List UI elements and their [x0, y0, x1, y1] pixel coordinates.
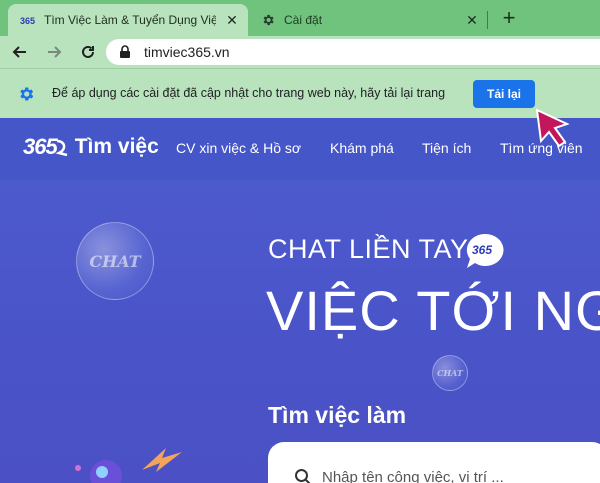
infobar-message: Để áp dụng các cài đặt đã cập nhật cho t… — [52, 86, 446, 100]
chat-bubble-decoration: CHAT — [76, 222, 154, 300]
reload-page-button[interactable] — [76, 40, 100, 64]
logo-swoosh-icon — [55, 139, 68, 157]
search-icon — [295, 469, 311, 483]
url-text: timviec365.vn — [144, 44, 230, 60]
planet-decoration-icon — [75, 460, 122, 483]
tab-title: Tìm Việc Làm & Tuyển Dụng Việc — [44, 13, 216, 27]
site-favicon-icon: 365 — [20, 12, 36, 28]
settings-gear-icon — [20, 87, 34, 101]
logo-number: 365 — [23, 134, 58, 159]
browser-toolbar: timviec365.vn — [0, 36, 600, 68]
arrow-left-icon — [12, 46, 26, 58]
back-button[interactable] — [8, 40, 32, 64]
hero-headline: VIỆC TỚI NGAY — [266, 279, 600, 342]
site-logo[interactable]: 365 Tìm việc — [23, 132, 159, 162]
lock-icon — [120, 45, 130, 58]
chat-365-badge-icon: 365 — [466, 233, 504, 268]
search-placeholder: Nhập tên công việc, vị trí ... — [322, 469, 504, 483]
job-search-title: Tìm việc làm — [268, 402, 407, 428]
tab-settings[interactable]: Cài đặt ✕ — [250, 4, 488, 36]
arrow-right-icon — [48, 46, 62, 58]
settings-infobar: Để áp dụng các cài đặt đã cập nhật cho t… — [0, 68, 600, 118]
hero-section: CHAT CHAT CHAT LIỀN TAY 365 VIỆC TỚI NGA… — [0, 180, 600, 483]
hero-tagline: CHAT LIỀN TAY — [268, 234, 469, 264]
nav-cv[interactable]: CV xin việc & Hồ sơ — [176, 140, 301, 156]
browser-tab-strip: 365 Tìm Việc Làm & Tuyển Dụng Việc ✕ Cài… — [0, 0, 600, 36]
job-search-input[interactable]: Nhập tên công việc, vị trí ... — [268, 442, 600, 483]
nav-kham-pha[interactable]: Khám phá — [330, 140, 394, 156]
address-bar[interactable]: timviec365.vn — [106, 39, 600, 65]
forward-button[interactable] — [42, 40, 66, 64]
mouse-cursor-icon — [535, 108, 570, 148]
refresh-icon — [82, 45, 94, 58]
svg-text:365: 365 — [20, 16, 35, 26]
svg-text:365: 365 — [472, 243, 492, 257]
site-header: 365 Tìm việc CV xin việc & Hồ sơ Khám ph… — [0, 118, 600, 180]
close-tab-icon[interactable]: ✕ — [464, 12, 480, 28]
logo-name: Tìm việc — [74, 135, 159, 158]
new-tab-button[interactable]: + — [496, 5, 522, 30]
nav-tien-ich[interactable]: Tiện ích — [422, 140, 471, 156]
reload-button[interactable]: Tải lại — [473, 80, 535, 108]
tab-title: Cài đặt — [284, 13, 323, 27]
settings-gear-icon — [260, 12, 276, 28]
close-tab-icon[interactable]: ✕ — [224, 12, 240, 28]
tab-divider — [487, 11, 488, 29]
chat-bubble-decoration-small: CHAT — [432, 355, 468, 391]
lightning-bolt-icon — [142, 448, 182, 472]
tab-timviec[interactable]: 365 Tìm Việc Làm & Tuyển Dụng Việc ✕ — [8, 4, 248, 36]
